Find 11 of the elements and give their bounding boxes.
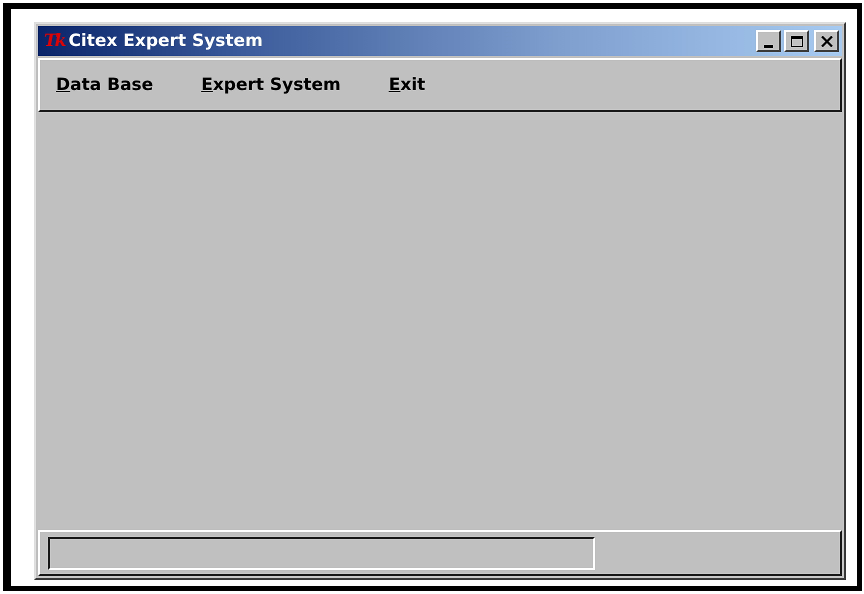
menu-item[interactable]: Exit xyxy=(388,75,426,95)
minimize-icon xyxy=(764,44,773,48)
app-logo: Tk xyxy=(44,31,64,51)
minimize-button[interactable] xyxy=(756,30,781,52)
menu-item[interactable]: Data Base xyxy=(56,75,154,95)
window-title: Citex Expert System xyxy=(68,31,264,51)
maximize-button[interactable] xyxy=(784,30,809,52)
close-icon xyxy=(820,36,832,46)
menu-item[interactable]: Expert System xyxy=(201,75,341,95)
maximize-icon xyxy=(790,36,802,46)
close-button[interactable] xyxy=(814,30,839,52)
